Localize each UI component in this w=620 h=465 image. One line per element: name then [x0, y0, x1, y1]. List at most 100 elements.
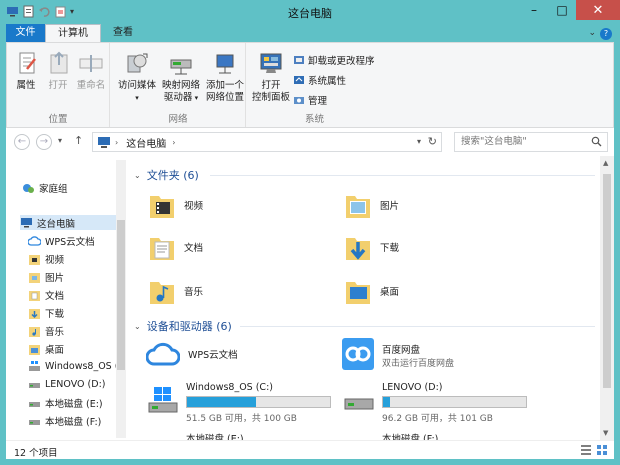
devices-section-header[interactable]: ⌄ 设备和驱动器 (6) — [134, 318, 232, 334]
uninstall-program-button[interactable]: 卸载或更改程序 — [293, 53, 375, 67]
manage-icon — [294, 97, 304, 104]
folders-section-header[interactable]: ⌄ 文件夹 (6) — [134, 167, 199, 183]
nav-music[interactable]: 音乐 — [28, 324, 64, 338]
folder-downloads[interactable]: 下载 — [344, 232, 399, 262]
nav-wps-cloud[interactable]: WPS云文档 — [28, 234, 95, 248]
folder-documents-icon — [29, 290, 40, 301]
device-wps-cloud[interactable]: WPS云文档 — [146, 340, 238, 368]
nav-this-pc[interactable]: 这台电脑 — [20, 215, 116, 230]
drive-d[interactable]: LENOVO (D:) 96.2 GB 可用，共 101 GB — [338, 382, 538, 424]
baidu-netdisk-label: 百度网盘 — [382, 345, 421, 356]
nav-drive-d[interactable]: LENOVO (D:) — [28, 378, 105, 391]
control-panel-button[interactable]: 打开 控制面板 — [251, 49, 291, 104]
folder-videos[interactable]: 视频 — [148, 190, 203, 220]
group-system-label: 系统 — [304, 114, 324, 125]
drive-icon — [29, 419, 40, 425]
nav-desktop[interactable]: 桌面 — [28, 342, 64, 356]
address-dropdown-icon[interactable]: ▾ — [417, 137, 421, 146]
breadcrumb-separator-icon[interactable]: › — [115, 138, 118, 147]
properties-icon — [19, 52, 36, 74]
group-network-label: 网络 — [168, 114, 188, 125]
tab-computer[interactable]: 计算机 — [45, 24, 101, 43]
properties-button[interactable]: 属性 — [13, 49, 39, 92]
breadcrumb-chevron-icon[interactable]: › — [172, 138, 175, 147]
computer-icon — [98, 136, 110, 148]
group-network: 访问媒体 ▾ 映射网络 驱动器 ▾ 添加一个 网络位置 网络 — [111, 43, 246, 127]
drive-c-size: 51.5 GB 可用，共 100 GB — [186, 414, 297, 424]
address-row: ← → ▾ ↑ › 这台电脑 › ▾ ↻ 搜索"这台电脑" — [6, 128, 614, 156]
folder-desktop-icon — [29, 344, 40, 355]
drive-d-size: 96.2 GB 可用，共 101 GB — [382, 414, 493, 424]
scroll-down-icon[interactable]: ▼ — [603, 429, 608, 437]
search-input[interactable]: 搜索"这台电脑" — [454, 132, 608, 152]
close-button[interactable]: ✕ — [576, 0, 620, 20]
address-bar[interactable]: › 这台电脑 › ▾ ↻ — [92, 132, 442, 152]
folder-video-icon — [150, 196, 174, 218]
help-icon[interactable]: ? — [600, 28, 612, 40]
nav-videos[interactable]: 视频 — [28, 252, 64, 266]
folder-video-icon — [29, 254, 40, 265]
back-button[interactable]: ← — [14, 134, 30, 150]
breadcrumb[interactable]: 这台电脑 — [126, 135, 166, 150]
tab-file[interactable]: 文件 — [6, 24, 45, 42]
minimize-button[interactable]: – — [520, 0, 548, 20]
view-switcher — [580, 444, 608, 456]
collapse-chevron-icon[interactable]: ⌄ — [134, 171, 141, 180]
maximize-button[interactable]: □ — [548, 0, 576, 20]
nav-scrollbar-thumb[interactable] — [117, 220, 125, 370]
computer-icon — [21, 218, 32, 228]
folder-desktop-icon — [346, 282, 370, 304]
access-media-button[interactable]: 访问媒体 ▾ — [117, 49, 157, 104]
windows-drive-icon — [148, 387, 178, 413]
window-buttons: – □ ✕ — [520, 0, 620, 20]
content-scrollbar[interactable]: ▲ ▼ — [600, 156, 614, 440]
forward-button[interactable]: → — [36, 134, 52, 150]
nav-drive-c[interactable]: Windows8_OS ( — [28, 360, 118, 373]
drive-d-usage-bar — [382, 396, 527, 408]
rename-icon — [79, 55, 103, 72]
large-icons-view-icon[interactable] — [596, 444, 608, 456]
details-view-icon[interactable] — [580, 444, 592, 456]
drive-icon — [344, 398, 374, 410]
add-network-location-button[interactable]: 添加一个 网络位置 — [205, 49, 245, 104]
folder-documents[interactable]: 文档 — [148, 232, 203, 262]
nav-pictures[interactable]: 图片 — [28, 270, 64, 284]
nav-drive-f[interactable]: 本地磁盘 (F:) — [28, 414, 101, 428]
homegroup-icon — [23, 183, 34, 193]
group-location-label: 位置 — [48, 114, 68, 125]
ribbon-tabs: 文件 计算机 查看 — [6, 24, 145, 43]
drive-c[interactable]: Windows8_OS (C:) 51.5 GB 可用，共 100 GB — [142, 382, 342, 424]
recent-locations-icon[interactable]: ▾ — [58, 136, 62, 145]
system-properties-button[interactable]: 系统属性 — [293, 73, 346, 87]
folder-music-icon — [29, 326, 40, 337]
map-network-drive-button[interactable]: 映射网络 驱动器 ▾ — [161, 49, 201, 104]
device-baidu-netdisk[interactable]: 百度网盘 双击运行百度网盘 — [342, 338, 542, 374]
rename-button[interactable]: 重命名 — [75, 49, 107, 92]
item-count: 12 个项目 — [14, 448, 58, 459]
nav-homegroup[interactable]: 家庭组 — [22, 181, 68, 195]
group-location: 属性 打开 重命名 位置 — [7, 43, 110, 127]
open-icon — [50, 51, 68, 74]
folder-music[interactable]: 音乐 — [148, 276, 203, 306]
cloud-icon — [28, 235, 41, 246]
cloud-icon — [146, 342, 180, 366]
refresh-icon[interactable]: ↻ — [428, 135, 437, 148]
folder-desktop[interactable]: 桌面 — [344, 276, 399, 306]
nav-scrollbar[interactable] — [116, 160, 126, 438]
nav-drive-e[interactable]: 本地磁盘 (E:) — [28, 396, 103, 410]
nav-downloads[interactable]: 下载 — [28, 306, 64, 320]
ribbon-collapse-icon[interactable]: ⌄ — [588, 28, 596, 38]
folder-pictures[interactable]: 图片 — [344, 190, 399, 220]
collapse-chevron-icon[interactable]: ⌄ — [134, 322, 141, 331]
tab-view[interactable]: 查看 — [101, 24, 145, 42]
content-scrollbar-thumb[interactable] — [603, 174, 611, 388]
manage-button[interactable]: 管理 — [293, 93, 327, 107]
open-button[interactable]: 打开 — [45, 49, 71, 92]
explorer-window: ▾ 这台电脑 – □ ✕ 文件 计算机 查看 ⌄ ? 属性 打开 重命名 位置 … — [0, 0, 620, 465]
scroll-up-icon[interactable]: ▲ — [603, 159, 608, 167]
uninstall-icon — [294, 56, 304, 64]
up-button[interactable]: ↑ — [74, 134, 83, 147]
nav-documents[interactable]: 文档 — [28, 288, 64, 302]
drive-d-name: LENOVO (D:) — [382, 382, 443, 393]
drive-icon — [29, 383, 40, 388]
